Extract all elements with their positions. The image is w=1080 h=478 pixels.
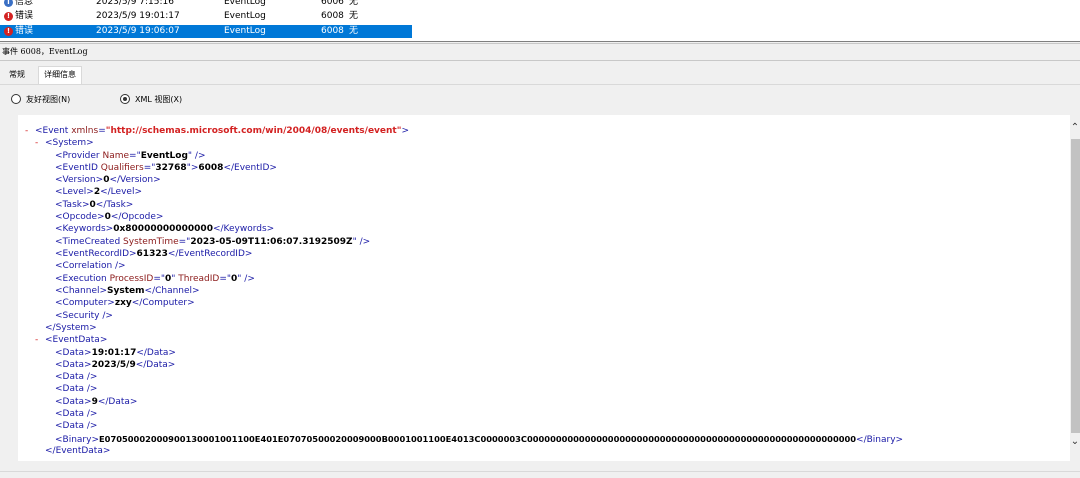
- xml-data-empty: <Data />: [55, 372, 98, 382]
- divider: [0, 84, 1080, 85]
- collapse-toggle[interactable]: -: [35, 334, 45, 346]
- scroll-thumb[interactable]: [1071, 139, 1080, 433]
- event-source: EventLog: [224, 11, 266, 21]
- chevron-up-icon[interactable]: ⌃: [1070, 121, 1080, 135]
- event-level: 错误: [15, 11, 34, 21]
- xml-view-label: XML 视图(X): [135, 95, 183, 104]
- xml-correlation: <Correlation />: [55, 261, 126, 271]
- tab-details[interactable]: 详细信息: [38, 66, 82, 84]
- event-task: 无: [349, 11, 359, 21]
- event-date: 2023/5/9 19:01:17: [96, 11, 180, 21]
- xml-system-open: - <System>: [35, 137, 94, 149]
- xml-eventid: <EventID Qualifiers="32768">6008</EventI…: [55, 163, 277, 173]
- event-level: 信息: [15, 0, 34, 7]
- tab-general[interactable]: 常规: [4, 67, 30, 83]
- friendly-view-radio[interactable]: 友好视图(N): [11, 93, 71, 106]
- xml-data: <Data>19:01:17</Data>: [55, 348, 176, 358]
- xml-level: <Level>2</Level>: [55, 187, 142, 197]
- xml-data: <Data>2023/5/9</Data>: [55, 360, 176, 370]
- divider: [0, 60, 1080, 61]
- event-date: 2023/5/9 7:15:16: [96, 0, 174, 7]
- event-title-prefix: 事件: [2, 47, 18, 56]
- xml-data-empty: <Data />: [55, 421, 98, 431]
- event-row[interactable]: ! 错误 2023/5/9 19:01:17 EventLog 6008 无: [0, 10, 412, 23]
- event-detail-title: 事件 6008，EventLog: [2, 45, 88, 59]
- event-date: 2023/5/9 19:06:07: [96, 26, 180, 36]
- event-list: i 信息 2023/5/9 7:15:16 EventLog 6006 无 ! …: [0, 0, 1080, 41]
- event-source: EventLog: [224, 0, 266, 7]
- error-icon: !: [4, 27, 13, 36]
- xml-view-pane[interactable]: - <Event xmlns="http://schemas.microsoft.…: [18, 115, 1070, 461]
- xml-namespace: http://schemas.microsoft.com/win/2004/08…: [110, 126, 397, 136]
- xml-execution: <Execution ProcessID="0" ThreadID="0" />: [55, 274, 255, 284]
- xml-eventdata-open: - <EventData>: [35, 334, 108, 346]
- event-row-selected[interactable]: ! 错误 2023/5/9 19:06:07 EventLog 6008 无: [0, 25, 412, 38]
- event-id: 6008: [321, 26, 344, 36]
- error-icon: !: [4, 12, 13, 21]
- friendly-view-label: 友好视图(N): [26, 95, 71, 104]
- collapse-toggle[interactable]: -: [25, 125, 35, 137]
- xml-data-empty: <Data />: [55, 384, 98, 394]
- event-id: 6006: [321, 0, 344, 7]
- event-source: EventLog: [224, 26, 266, 36]
- radio-off-icon: [11, 93, 21, 104]
- xml-view-radio[interactable]: XML 视图(X): [120, 93, 183, 106]
- xml-binary: <Binary>E07050002000900130001001100E401E…: [55, 434, 904, 445]
- chevron-down-icon[interactable]: ⌄: [1070, 435, 1080, 449]
- xml-computer: <Computer>zxy</Computer>: [55, 298, 195, 308]
- event-id: 6008: [321, 11, 344, 21]
- xml-data-empty: <Data />: [55, 409, 98, 419]
- xml-eventdata-close: </EventData>: [45, 446, 111, 456]
- vertical-scrollbar[interactable]: ⌃ ⌄: [1070, 115, 1080, 461]
- xml-system-close: </System>: [45, 323, 97, 333]
- radio-on-icon: [120, 93, 130, 104]
- event-title-rest: 6008，EventLog: [18, 47, 88, 56]
- xml-timecreated: <TimeCreated SystemTime="2023-05-09T11:0…: [55, 237, 371, 247]
- xml-channel: <Channel>System</Channel>: [55, 286, 200, 296]
- xml-opcode: <Opcode>0</Opcode>: [55, 212, 164, 222]
- xml-task: <Task>0</Task>: [55, 200, 134, 210]
- xml-data: <Data>9</Data>: [55, 397, 138, 407]
- event-task: 无: [349, 0, 359, 7]
- event-task: 无: [349, 26, 359, 36]
- event-level: 错误: [15, 26, 34, 36]
- splitter[interactable]: [0, 41, 1080, 42]
- collapse-toggle[interactable]: -: [35, 137, 45, 149]
- divider: [0, 43, 1080, 44]
- xml-provider: <Provider Name="EventLog" />: [55, 151, 206, 161]
- xml-eventrecordid: <EventRecordID>61323</EventRecordID>: [55, 249, 253, 259]
- xml-event-open: - <Event xmlns="http://schemas.microsoft.…: [25, 125, 409, 137]
- event-row[interactable]: i 信息 2023/5/9 7:15:16 EventLog 6006 无: [0, 0, 412, 9]
- xml-security: <Security />: [55, 311, 113, 321]
- xml-version: <Version>0</Version>: [55, 175, 161, 185]
- xml-keywords: <Keywords>0x80000000000000</Keywords>: [55, 224, 275, 234]
- info-icon: i: [4, 0, 13, 7]
